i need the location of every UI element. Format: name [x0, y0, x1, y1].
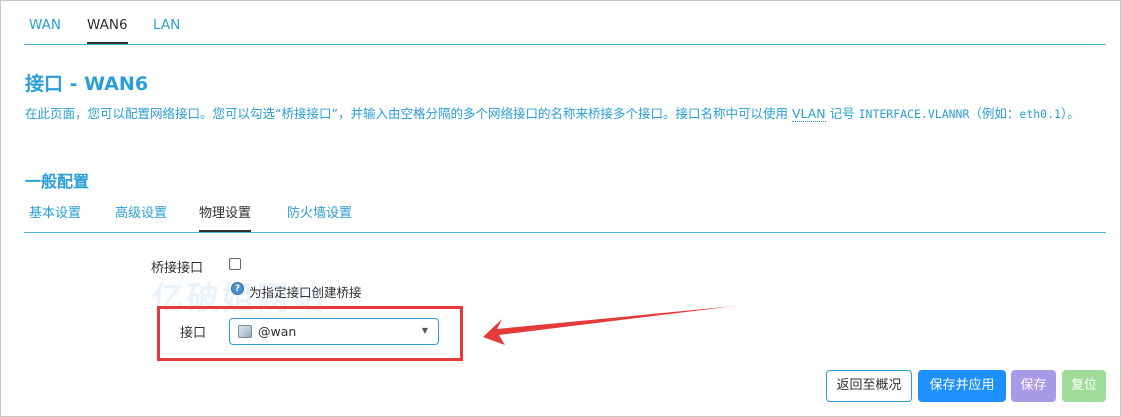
reset-button[interactable]: 复位 — [1062, 370, 1106, 402]
annotation-arrow-shape — [483, 306, 735, 345]
save-and-apply-button[interactable]: 保存并应用 — [918, 370, 1006, 402]
save-button[interactable]: 保存 — [1011, 370, 1056, 402]
annotation-arrow — [483, 306, 735, 345]
back-to-overview-button[interactable]: 返回至概况 — [826, 370, 912, 402]
